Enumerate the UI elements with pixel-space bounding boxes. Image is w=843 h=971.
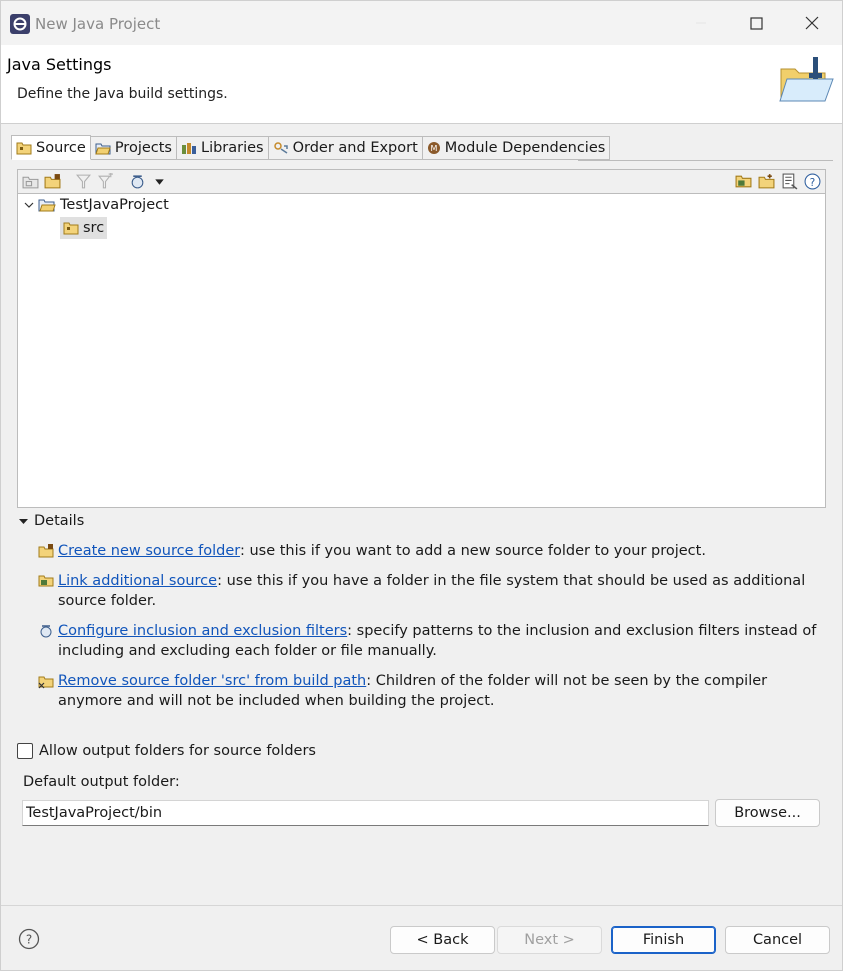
- browse-button[interactable]: Browse...: [715, 799, 820, 827]
- back-button[interactable]: < Back: [390, 926, 495, 954]
- source-folder-icon: [63, 222, 79, 235]
- tree-item-src[interactable]: src: [60, 217, 108, 239]
- details-heading: Details: [34, 513, 85, 529]
- cancel-button[interactable]: Cancel: [725, 926, 830, 954]
- configure-filters-link[interactable]: Configure inclusion and exclusion filter…: [58, 623, 347, 639]
- tab-label: Projects: [114, 140, 172, 156]
- detail-create-source-folder: Create new source folder: use this if yo…: [38, 541, 828, 561]
- order-export-icon: [273, 142, 288, 154]
- module-icon: M: [427, 142, 440, 154]
- title-bar[interactable]: New Java Project: [1, 1, 842, 45]
- new-source-folder-icon[interactable]: [44, 173, 61, 190]
- configure-filters-icon: [40, 625, 52, 638]
- source-folder-icon: [16, 142, 32, 154]
- tab-label: Libraries: [200, 140, 264, 156]
- close-button[interactable]: [784, 1, 840, 45]
- tab-source[interactable]: Source: [11, 135, 91, 160]
- detail-configure-filters: Configure inclusion and exclusion filter…: [38, 621, 828, 661]
- chevron-down-icon[interactable]: [24, 200, 34, 210]
- tab-label: Order and Export: [292, 140, 418, 156]
- tree-item-project[interactable]: TestJavaProject: [24, 194, 169, 216]
- detail-remove-source-folder: Remove source folder 'src' from build pa…: [38, 671, 828, 711]
- tab-divider: [578, 160, 833, 161]
- page-title: Java Settings: [7, 55, 112, 74]
- detail-text: : use this if you want to add a new sour…: [239, 543, 706, 559]
- build-path-tabs: Source Projects Libraries Order and Expo…: [11, 135, 611, 160]
- link-folder-icon[interactable]: [735, 173, 752, 190]
- source-tree[interactable]: TestJavaProject src: [17, 193, 826, 508]
- help-icon[interactable]: ?: [18, 928, 40, 950]
- link-source-icon[interactable]: [22, 173, 39, 190]
- project-folder-icon: [38, 199, 56, 212]
- tab-module-dependencies[interactable]: M Module Dependencies: [422, 136, 611, 160]
- details-toggle[interactable]: Details: [19, 513, 84, 529]
- allow-output-folders-label: Allow output folders for source folders: [39, 743, 316, 759]
- java-project-folder-icon: [779, 57, 834, 102]
- finish-button[interactable]: Finish: [611, 926, 716, 954]
- page-description: Define the Java build settings.: [17, 86, 228, 102]
- help-icon[interactable]: ?: [804, 173, 821, 190]
- tab-label: Module Dependencies: [444, 140, 606, 156]
- new-source-folder-icon: [38, 544, 54, 558]
- allow-output-folders-option[interactable]: Allow output folders for source folders: [17, 743, 316, 759]
- detail-link-additional-source: Link additional source: use this if you …: [38, 571, 828, 611]
- close-icon: [805, 16, 819, 30]
- minimize-icon: [696, 22, 706, 24]
- tab-projects[interactable]: Projects: [90, 136, 177, 160]
- next-button[interactable]: Next >: [497, 926, 602, 954]
- tree-toolbar: ?: [17, 169, 826, 193]
- svg-text:?: ?: [26, 933, 32, 947]
- default-output-folder-input[interactable]: [22, 800, 709, 826]
- maximize-icon: [749, 16, 763, 30]
- minimize-button[interactable]: [673, 1, 729, 45]
- wizard-header: Java Settings Define the Java build sett…: [1, 45, 842, 124]
- new-java-project-dialog: New Java Project Java Settings Define th…: [0, 0, 843, 971]
- eclipse-icon: [10, 14, 30, 34]
- window-title: New Java Project: [35, 15, 161, 33]
- maximize-button[interactable]: [728, 1, 784, 45]
- properties-icon[interactable]: [781, 173, 798, 190]
- chevron-down-icon: [19, 518, 28, 524]
- link-additional-source-link[interactable]: Link additional source: [58, 573, 217, 589]
- tab-order-and-export[interactable]: Order and Export: [268, 136, 423, 160]
- remove-source-folder-icon: [38, 676, 54, 689]
- tree-item-label: src: [83, 220, 105, 236]
- chevron-down-icon[interactable]: [151, 173, 168, 190]
- create-source-folder-link[interactable]: Create new source folder: [58, 543, 240, 559]
- tab-libraries[interactable]: Libraries: [176, 136, 269, 160]
- allow-output-folders-checkbox[interactable]: [17, 743, 33, 759]
- default-output-folder-label: Default output folder:: [23, 774, 180, 790]
- tab-label: Source: [36, 139, 86, 156]
- footer-divider: [1, 905, 842, 906]
- link-folder-icon: [38, 575, 54, 587]
- svg-text:M: M: [430, 144, 437, 153]
- configure-filters-icon[interactable]: [129, 173, 146, 190]
- filter-icon[interactable]: [75, 173, 92, 190]
- tree-item-label: TestJavaProject: [60, 197, 169, 213]
- new-folder-icon[interactable]: [758, 173, 775, 190]
- remove-source-folder-link[interactable]: Remove source folder 'src' from build pa…: [58, 673, 366, 689]
- projects-icon: [95, 143, 111, 155]
- libraries-icon: [181, 143, 196, 154]
- add-filter-icon[interactable]: [97, 173, 114, 190]
- svg-text:?: ?: [810, 176, 816, 189]
